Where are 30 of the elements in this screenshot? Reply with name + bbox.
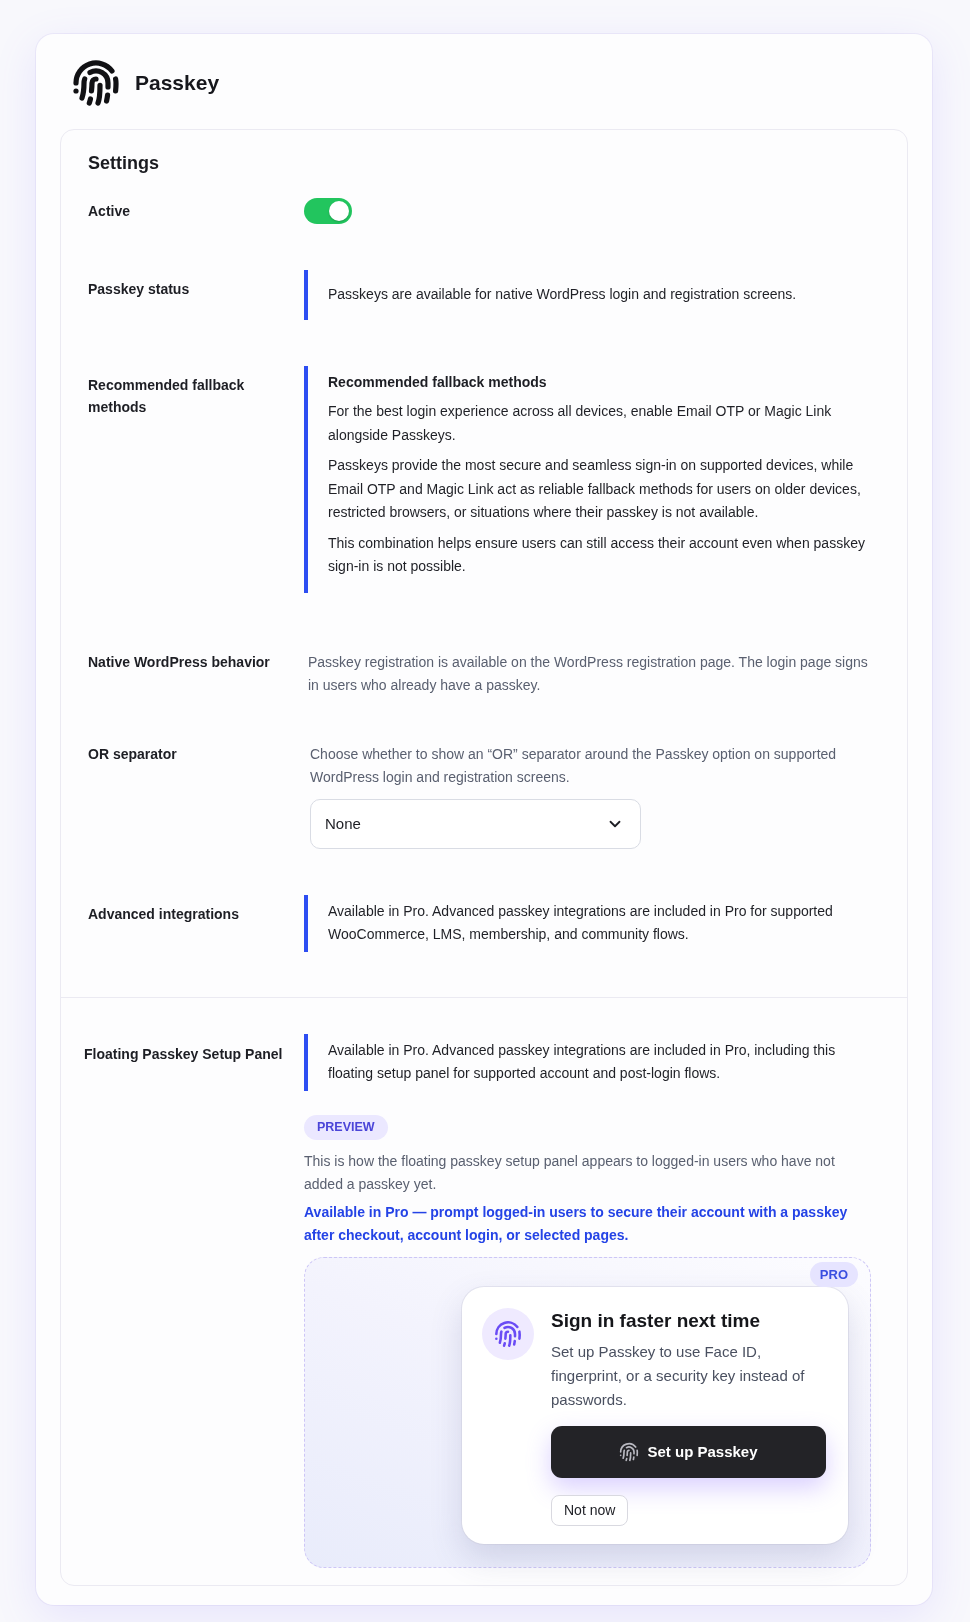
notice-text: Passkeys provide the most secure and seamless sign-in on supported devices, while Email OTP and Magic Link act as reliable fallback methods for users on older devices, restricted browsers, or situations where their passkey is not available. [328, 456, 862, 522]
setting-label: Passkey status [88, 280, 191, 299]
not-now-button[interactable]: Not now [551, 1494, 629, 1526]
notice-text: Available in Pro. Advanced passkey integrations are included in Pro, including this floating setup panel for supported account and post-login flows. [328, 1040, 837, 1083]
setting-label: Advanced integrations [88, 904, 240, 924]
notice-text: This combination helps ensure users can still access their account even when passkey sign-in is not possible. [328, 533, 866, 576]
panel-text: Set up Passkey to use Face ID, fingerprint, or a security key instead of passwords. [551, 1341, 806, 1410]
section-title: Settings [88, 152, 160, 174]
setting-label: Floating Passkey Setup Panel [84, 1044, 284, 1064]
page-title: Passkey [135, 71, 220, 95]
notice-text: For the best login experience across all devices, enable Email OTP or Magic Link alongside Passkeys. [328, 402, 833, 445]
setting-label: Native WordPress behavior [88, 652, 271, 672]
active-toggle[interactable] [304, 198, 352, 224]
notice-text: Passkeys are available for native WordPress login and registration screens. [328, 285, 798, 305]
panel-title: Sign in faster next time [551, 1308, 762, 1333]
separator-select[interactable]: None [310, 798, 641, 849]
pro-upsell-text: Available in Pro — prompt logged-in users to secure their account with a passkey after checkout, account login, or selected pages. [304, 1202, 849, 1245]
setting-label: Recommended fallback methods [88, 376, 246, 417]
setting-description: Passkey registration is available on the WordPress registration page. The login page signs in users who already have a passkey. [307, 652, 869, 695]
fingerprint-icon [72, 59, 120, 107]
notice-heading: Recommended fallback methods [328, 373, 548, 392]
setting-label: Active [88, 202, 132, 221]
notice-text: Available in Pro. Advanced passkey integrations are included in Pro for supported WooCommerce, LMS, membership, and community flows. [328, 901, 834, 944]
setting-description: Choose whether to show an “OR” separator around the Passkey option on supported WordPress login and registration screens. [309, 744, 838, 787]
fingerprint-icon [619, 1441, 640, 1462]
setting-label: OR separator [88, 744, 178, 764]
preview-badge: PREVIEW [304, 1114, 388, 1140]
setup-passkey-button[interactable]: Set up Passkey [551, 1425, 826, 1478]
preview-description: This is how the floating passkey setup panel appears to logged-in users who have not added a passkey yet. [304, 1151, 836, 1194]
pro-badge: PRO [809, 1261, 858, 1287]
